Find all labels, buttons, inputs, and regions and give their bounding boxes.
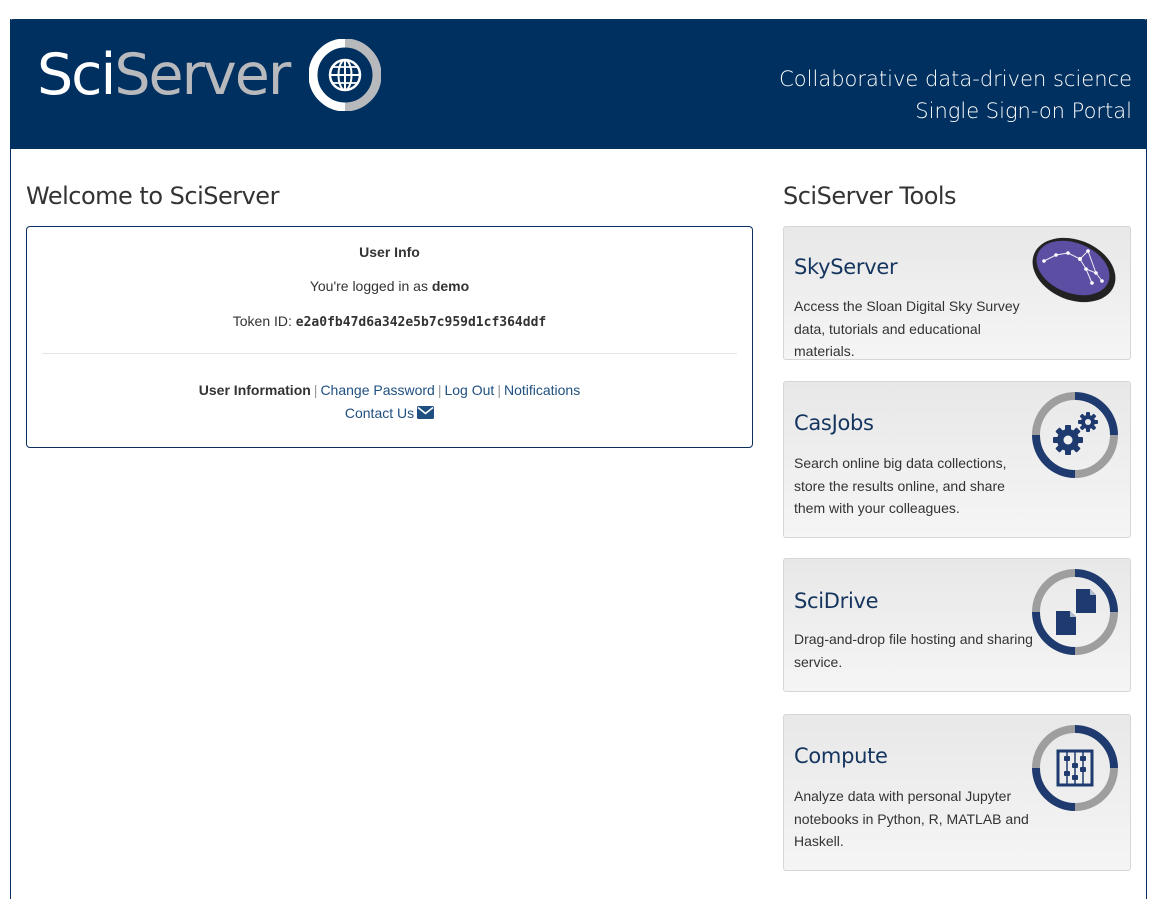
- tool-name-casjobs[interactable]: CasJobs: [794, 411, 874, 435]
- account-links: User Information | Change Password | Log Out…: [27, 379, 752, 425]
- tool-name-scidrive[interactable]: SciDrive: [794, 589, 879, 613]
- link-separator: |: [497, 382, 501, 398]
- logo-server-text: Server: [114, 42, 291, 108]
- contact-us-link[interactable]: Contact Us: [344, 405, 435, 421]
- user-information-label: User Information: [198, 382, 311, 398]
- globe-logo-icon: [309, 39, 382, 111]
- tool-name-skyserver[interactable]: SkyServer: [794, 255, 898, 279]
- tool-desc-compute: Analyze data with personal Jupyter noteb…: [794, 788, 1029, 849]
- abacus-icon: [1032, 725, 1118, 811]
- sciserver-logo[interactable]: SciServer: [37, 39, 382, 111]
- token-id: e2a0fb47d6a342e5b7c959d1cf364ddf: [295, 315, 547, 330]
- logo-wordmark: SciServer: [37, 40, 291, 110]
- token-line: Token ID: e2a0fb47d6a342e5b7c959d1cf364d…: [27, 313, 752, 330]
- site-header: SciServer Collaborative data-driven scie…: [10, 19, 1147, 149]
- user-info-heading: User Info: [359, 244, 420, 260]
- gears-icon: [1032, 392, 1118, 478]
- tool-card-compute[interactable]: Compute Analyze data with personal Jupyt…: [783, 714, 1131, 871]
- tool-card-skyserver[interactable]: SkyServer Access the Sloan Digital Sky S…: [783, 226, 1131, 360]
- tool-card-scidrive[interactable]: SciDrive Drag-and-drop file hosting and …: [783, 558, 1131, 692]
- log-out-link[interactable]: Log Out: [444, 382, 494, 398]
- user-info-panel: User Info You're logged in as demo Token…: [26, 226, 753, 448]
- tools-heading: SciServer Tools: [783, 182, 957, 210]
- username: demo: [431, 278, 470, 294]
- files-icon: [1032, 569, 1118, 655]
- header-tagline: Collaborative data-driven science Single…: [779, 63, 1132, 127]
- tagline-line-2: Single Sign-on Portal: [915, 99, 1132, 123]
- token-prefix: Token ID:: [232, 313, 296, 329]
- tool-card-casjobs[interactable]: CasJobs Search online big data collectio…: [783, 381, 1131, 538]
- welcome-heading: Welcome to SciServer: [26, 182, 279, 210]
- envelope-icon: [417, 406, 435, 419]
- change-password-link[interactable]: Change Password: [320, 382, 434, 398]
- tool-name-compute[interactable]: Compute: [794, 744, 888, 768]
- panel-divider: [42, 353, 737, 354]
- contact-us-label: Contact Us: [344, 405, 415, 421]
- logged-in-prefix: You're logged in as: [309, 278, 432, 294]
- tool-desc-scidrive: Drag-and-drop file hosting and sharing s…: [794, 631, 1033, 670]
- notifications-link[interactable]: Notifications: [504, 382, 580, 398]
- link-separator: |: [313, 382, 318, 398]
- logo-sci-text: Sci: [37, 42, 116, 108]
- tool-desc-skyserver: Access the Sloan Digital Sky Survey data…: [794, 298, 1020, 359]
- constellation-icon: [1032, 237, 1116, 303]
- logged-in-line: You're logged in as demo: [27, 278, 752, 294]
- link-separator: |: [437, 382, 442, 398]
- tool-desc-casjobs: Search online big data collections, stor…: [794, 455, 1007, 516]
- tagline-line-1: Collaborative data-driven science: [779, 67, 1132, 91]
